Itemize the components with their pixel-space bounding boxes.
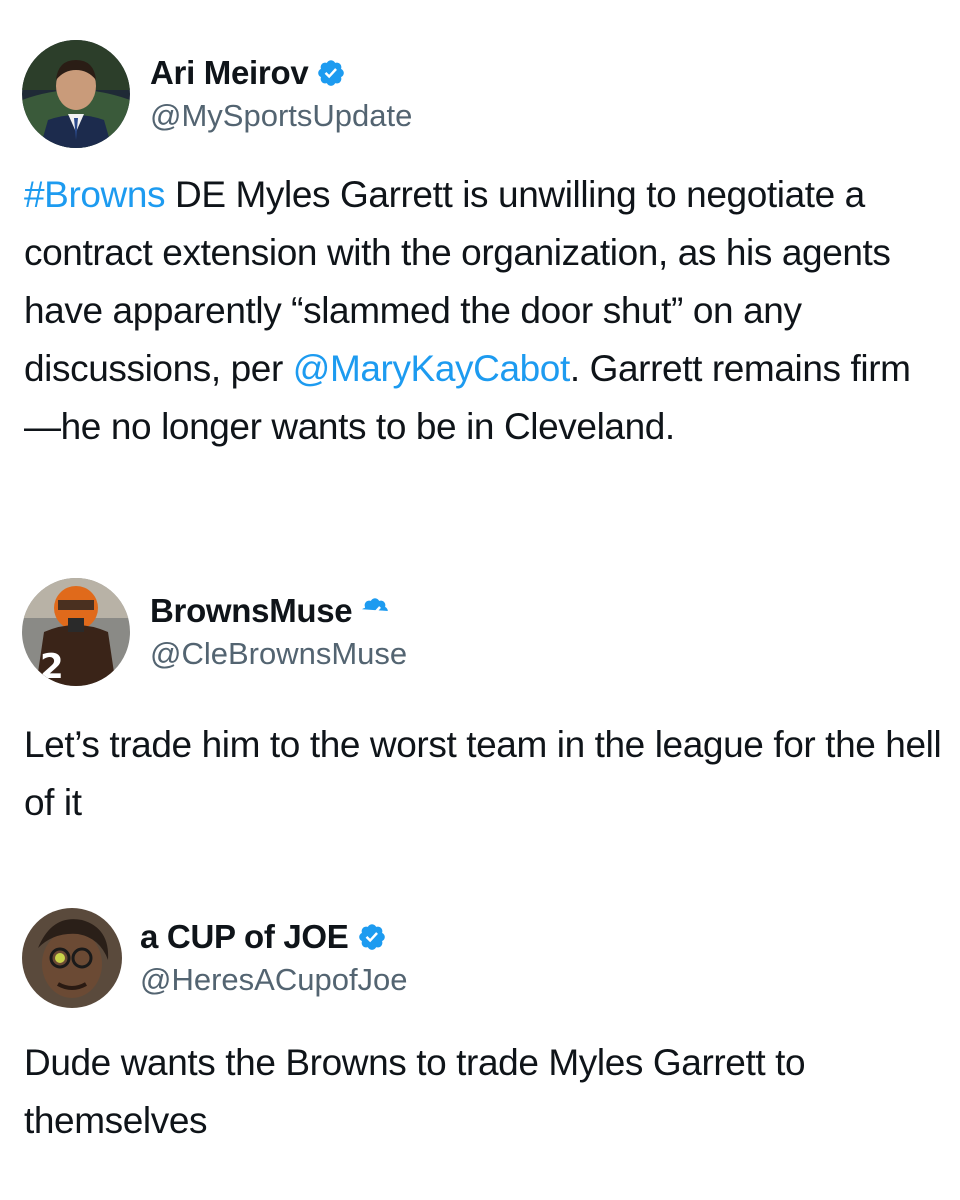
display-name[interactable]: BrownsMuse (150, 592, 353, 630)
verified-badge-icon (362, 598, 389, 617)
handle[interactable]: @HeresACupofJoe (140, 962, 408, 998)
mention-link[interactable]: @MaryKayCabot (293, 348, 570, 389)
handle[interactable]: @CleBrownsMuse (150, 636, 407, 672)
tweet-text: #Browns DE Myles Garrett is unwilling to… (24, 166, 944, 456)
tweet-text: Let’s trade him to the worst team in the… (24, 724, 942, 823)
svg-text:2: 2 (40, 647, 64, 686)
display-name[interactable]: Ari Meirov (150, 54, 309, 92)
display-name-row: Ari Meirov (150, 50, 412, 96)
avatar[interactable] (22, 40, 130, 148)
tweet-text: Dude wants the Browns to trade Myles Gar… (24, 1042, 806, 1141)
tweet-names: BrownsMuse @CleBrownsMuse (150, 588, 407, 672)
display-name-row: a CUP of JOE (140, 914, 408, 960)
tweet-names: Ari Meirov @MySportsUpdate (150, 50, 412, 134)
avatar[interactable]: 2 (22, 578, 130, 686)
hashtag-link[interactable]: #Browns (24, 174, 166, 215)
verified-badge-icon (358, 924, 385, 950)
handle[interactable]: @MySportsUpdate (150, 98, 412, 134)
display-name[interactable]: a CUP of JOE (140, 918, 349, 956)
tweet-names: a CUP of JOE @HeresACupofJoe (140, 914, 408, 998)
avatar[interactable] (22, 908, 122, 1008)
verified-badge-icon (318, 60, 345, 86)
display-name-row: BrownsMuse (150, 588, 407, 634)
